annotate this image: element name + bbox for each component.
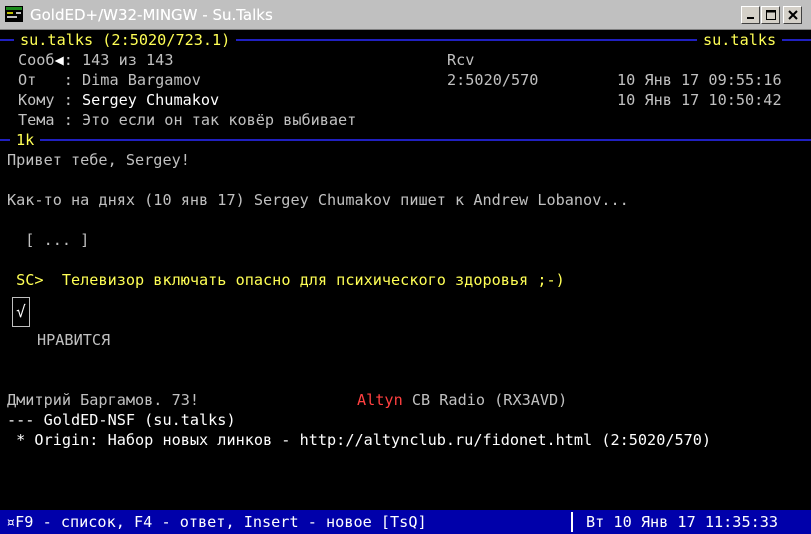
quote-prefix: SC>	[7, 271, 44, 289]
tearline: --- GoldED-NSF (su.talks)	[7, 411, 236, 429]
snip-line: [ ... ]	[7, 231, 90, 249]
message-size: 1k	[10, 130, 41, 150]
to-label: Кому :	[18, 91, 83, 109]
title-bar[interactable]: GoldED+/W32-MINGW - Su.Talks	[0, 0, 811, 30]
golded-app-icon	[5, 6, 23, 22]
to-date: 10 Янв 17 10:50:42	[617, 91, 782, 109]
close-button[interactable]	[783, 6, 802, 24]
close-icon	[787, 10, 798, 20]
msg-counter: : 143 из 143	[63, 51, 174, 69]
signature-name: Дмитрий Баргамов. 73!	[7, 391, 200, 409]
like-checkbox: √	[12, 297, 30, 327]
quote-text: Телевизор включать опасно для психическо…	[43, 271, 565, 289]
quote-line: SC> Телевизор включать опасно для психич…	[7, 270, 565, 290]
status-bar: ¤F9 - список, F4 - ответ, Insert - новое…	[0, 510, 811, 534]
intro-line: Как-то на днях (10 янв 17) Sergey Chumak…	[7, 191, 629, 209]
to-name: Sergey Chumakov	[82, 91, 220, 109]
subject-text: Это если он так ковёр выбивает	[82, 111, 357, 129]
subject-label: Тема :	[18, 111, 83, 129]
msg-label-text: Сооб	[18, 51, 55, 69]
signature-altyn: Altyn	[357, 391, 403, 409]
minimize-icon	[746, 17, 754, 19]
from-label: От :	[18, 71, 83, 89]
from-address: 2:5020/570	[447, 71, 539, 89]
area-name-right: su.talks	[697, 30, 783, 50]
status-clock: Вт 10 Янв 17 11:35:33	[586, 513, 779, 531]
greeting-line: Привет тебе, Sergey!	[7, 151, 190, 169]
maximize-icon	[765, 10, 776, 20]
window-title: GoldED+/W32-MINGW - Su.Talks	[30, 6, 273, 24]
golded-window: GoldED+/W32-MINGW - Su.Talks su.talks (2…	[0, 0, 811, 534]
like-label: НРАВИТСЯ	[37, 331, 111, 349]
rule-line	[0, 139, 811, 141]
from-date: 10 Янв 17 09:55:16	[617, 71, 782, 89]
area-title: su.talks (2:5020/723.1)	[14, 30, 237, 50]
subject-row: Тема : Это если он так ковёр выбивает	[18, 110, 356, 130]
signature-radio: Altyn CB Radio (RX3AVD)	[357, 390, 567, 410]
from-name: Dima Bargamov	[82, 71, 201, 89]
status-keys: ¤F9 - список, F4 - ответ, Insert - новое…	[6, 513, 427, 531]
message-reader: su.talks (2:5020/723.1) su.talks Сооб◀: …	[0, 30, 811, 534]
cursor-arrow-icon: ◀	[54, 51, 64, 69]
msg-flag: Rcv	[447, 51, 475, 69]
maximize-button[interactable]	[761, 6, 780, 24]
msg-label: Сооб◀: 143 из 143	[18, 50, 173, 70]
size-rule: 1k	[0, 130, 811, 150]
area-rule: su.talks (2:5020/723.1) su.talks	[0, 30, 811, 50]
minimize-button[interactable]	[741, 6, 760, 24]
signature-radio-text: CB Radio (RX3AVD)	[402, 391, 568, 409]
from-row: От : Dima Bargamov	[18, 70, 201, 90]
status-separator	[571, 512, 573, 532]
to-row: Кому : Sergey Chumakov	[18, 90, 219, 110]
origin-line: * Origin: Набор новых линков - http://al…	[7, 431, 712, 449]
